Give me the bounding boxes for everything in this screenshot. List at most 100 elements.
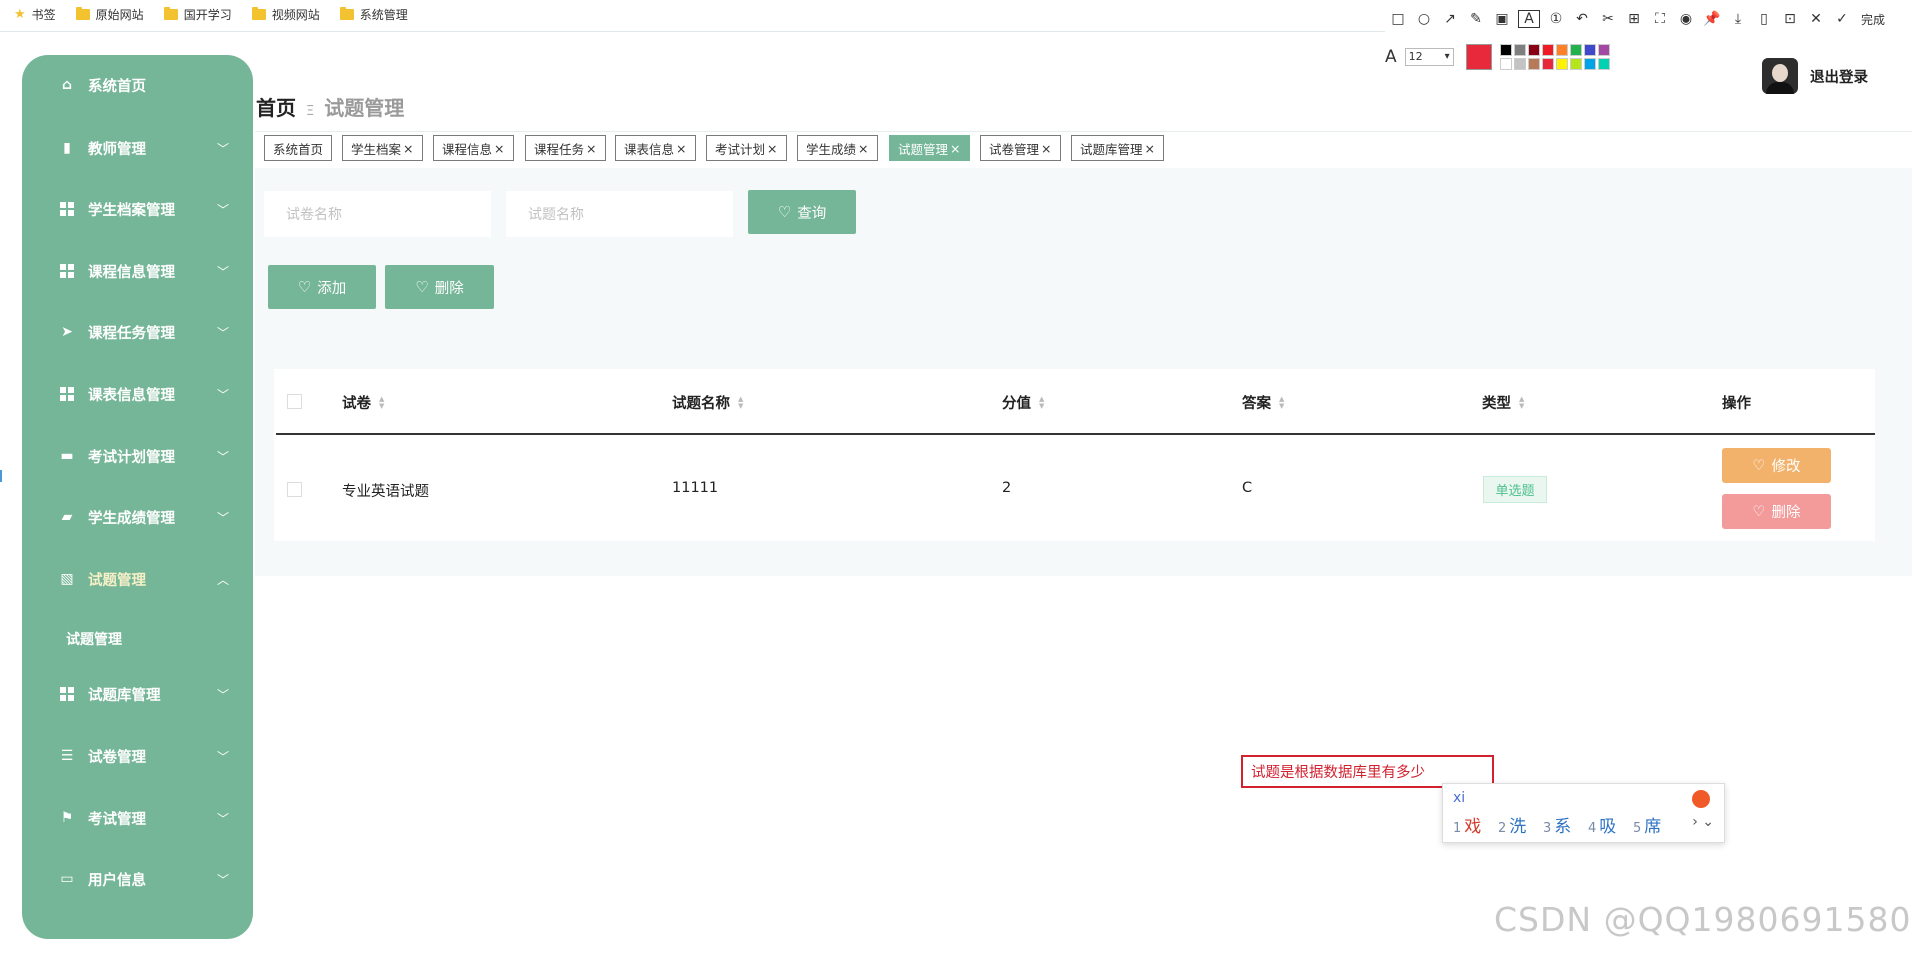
ocr-icon[interactable]: ⊞ xyxy=(1621,11,1647,27)
column-header-paper[interactable]: 试卷 ▲ ▼ xyxy=(342,392,384,413)
color-swatch[interactable] xyxy=(1499,44,1512,56)
column-header-name[interactable]: 试题名称 ▲ ▼ xyxy=(672,392,743,413)
color-swatch[interactable] xyxy=(1555,44,1568,56)
check-icon[interactable]: ✓ xyxy=(1829,11,1855,27)
delete-button[interactable]: ♡ 删除 xyxy=(1722,494,1831,529)
sidebar-item[interactable]: 试题库管理 ﹀ xyxy=(22,676,253,712)
chevron-right-icon[interactable]: › ⌄ xyxy=(1692,814,1714,830)
mosaic-icon[interactable]: ▣ xyxy=(1489,11,1515,27)
tab[interactable]: 课表信息 × xyxy=(615,135,696,161)
avatar[interactable] xyxy=(1762,58,1798,94)
sort-icon[interactable]: ▲ ▼ xyxy=(1519,395,1524,410)
color-swatch[interactable] xyxy=(1541,58,1554,70)
color-swatch[interactable] xyxy=(1527,58,1540,70)
tab[interactable]: 试题库管理 × xyxy=(1071,135,1164,161)
sidebar-item[interactable]: ☰ 试卷管理 ﹀ xyxy=(22,738,253,774)
close-icon[interactable]: × xyxy=(858,141,868,156)
tab[interactable]: 课程信息 × xyxy=(433,135,514,161)
ime-candidate[interactable]: 1戏 xyxy=(1453,812,1481,837)
number-icon[interactable]: ① xyxy=(1543,11,1569,27)
ime-candidate[interactable]: 3系 xyxy=(1543,812,1571,837)
sidebar-item[interactable]: ▭ 用户信息 ﹀ xyxy=(22,861,253,897)
tab[interactable]: 课程任务 × xyxy=(525,135,606,161)
cut-icon[interactable]: ✂ xyxy=(1595,11,1621,27)
select-all-checkbox[interactable] xyxy=(287,394,302,409)
close-icon[interactable]: × xyxy=(1041,141,1051,156)
tab[interactable]: 考试计划 × xyxy=(706,135,787,161)
pen-icon[interactable]: ✎ xyxy=(1463,11,1489,27)
bookmark-item[interactable]: ★ 书签 xyxy=(14,6,56,23)
tab[interactable]: 学生成绩 × xyxy=(797,135,878,161)
close-icon[interactable]: × xyxy=(767,141,777,156)
tab[interactable]: 试题管理 × xyxy=(889,135,970,161)
column-header-type[interactable]: 类型 ▲ ▼ xyxy=(1482,392,1524,413)
column-header-score[interactable]: 分值 ▲ ▼ xyxy=(1002,392,1044,413)
color-swatch[interactable] xyxy=(1541,44,1554,56)
ime-candidate[interactable]: 2洗 xyxy=(1498,812,1526,837)
ime-candidate[interactable]: 4吸 xyxy=(1588,812,1616,837)
paper-name-input[interactable]: 试卷名称 xyxy=(264,191,491,237)
bookmark-item[interactable]: 原始网站 xyxy=(75,6,144,23)
color-swatch[interactable] xyxy=(1527,44,1540,56)
color-swatch[interactable] xyxy=(1499,58,1512,70)
font-size-select[interactable]: 12 xyxy=(1404,48,1454,66)
sidebar-item[interactable]: ▬ 考试计划管理 ﹀ xyxy=(22,438,253,474)
add-button[interactable]: ♡ 添加 xyxy=(268,265,376,309)
sidebar-item[interactable]: 课程信息管理 ﹀ xyxy=(22,253,253,289)
close-icon[interactable]: × xyxy=(494,141,504,156)
ime-candidate[interactable]: 5席 xyxy=(1633,812,1661,837)
color-swatch[interactable] xyxy=(1597,58,1610,70)
phone-icon[interactable]: ▯ xyxy=(1751,11,1777,27)
sidebar-item[interactable]: 学生档案管理 ﹀ xyxy=(22,191,253,227)
sidebar-subitem[interactable]: 试题管理 xyxy=(66,629,122,649)
color-swatch[interactable] xyxy=(1513,44,1526,56)
undo-icon[interactable]: ↶ xyxy=(1569,11,1595,27)
color-swatch[interactable] xyxy=(1555,58,1568,70)
bookmark-item[interactable]: 系统管理 xyxy=(339,6,408,23)
query-button[interactable]: ♡ 查询 xyxy=(748,190,856,234)
pin-icon[interactable]: 📌 xyxy=(1699,11,1725,27)
sort-icon[interactable]: ▲ ▼ xyxy=(1039,395,1044,410)
sidebar-item[interactable]: ▮ 教师管理 ﹀ xyxy=(22,130,253,166)
color-swatch[interactable] xyxy=(1513,58,1526,70)
logout-button[interactable]: 退出登录 xyxy=(1810,66,1868,87)
sort-icon[interactable]: ▲ ▼ xyxy=(1279,395,1284,410)
column-header-answer[interactable]: 答案 ▲ ▼ xyxy=(1242,392,1284,413)
download-icon[interactable]: ⤓ xyxy=(1725,11,1751,27)
done-button[interactable]: 完成 xyxy=(1861,11,1885,28)
row-checkbox[interactable] xyxy=(287,482,302,497)
sidebar-item[interactable]: ▧ 试题管理 ︿ xyxy=(22,561,253,597)
circle-icon[interactable]: ○ xyxy=(1411,11,1437,27)
breadcrumb-home[interactable]: 首页 xyxy=(256,96,296,120)
close-icon[interactable]: × xyxy=(950,141,960,156)
sort-icon[interactable]: ▲ ▼ xyxy=(738,395,743,410)
color-swatch[interactable] xyxy=(1569,44,1582,56)
close-icon[interactable]: × xyxy=(586,141,596,156)
color-swatch[interactable] xyxy=(1583,44,1596,56)
sidebar-item[interactable]: ⌂ 系统首页 xyxy=(22,67,253,103)
sidebar-item[interactable]: ⚑ 考试管理 ﹀ xyxy=(22,800,253,836)
bookmark-item[interactable]: 视频网站 xyxy=(251,6,320,23)
close-icon[interactable]: × xyxy=(1145,141,1155,156)
batch-delete-button[interactable]: ♡ 删除 xyxy=(385,265,494,309)
close-icon[interactable]: × xyxy=(403,141,413,156)
bookmark-item[interactable]: 国开学习 xyxy=(163,6,232,23)
sidebar-item[interactable]: ▰ 学生成绩管理 ﹀ xyxy=(22,499,253,535)
arrow-icon[interactable]: ↗ xyxy=(1437,11,1463,27)
edit-button[interactable]: ♡ 修改 xyxy=(1722,448,1831,483)
text-icon[interactable]: A xyxy=(1518,10,1540,28)
sort-icon[interactable]: ▲ ▼ xyxy=(379,395,384,410)
close-icon[interactable]: × xyxy=(676,141,686,156)
question-name-input[interactable]: 试题名称 xyxy=(506,191,733,237)
tab[interactable]: 试卷管理 × xyxy=(980,135,1061,161)
color-swatch[interactable] xyxy=(1569,58,1582,70)
tab[interactable]: 学生档案 × xyxy=(342,135,423,161)
bookmark-icon[interactable]: ⊡ xyxy=(1777,11,1803,27)
color-swatch[interactable] xyxy=(1583,58,1596,70)
rectangle-icon[interactable]: □ xyxy=(1385,11,1411,27)
sidebar-item[interactable]: 课表信息管理 ﹀ xyxy=(22,376,253,412)
color-swatch[interactable] xyxy=(1597,44,1610,56)
close-icon[interactable]: ✕ xyxy=(1803,11,1829,27)
tab[interactable]: 系统首页 xyxy=(264,135,333,161)
sidebar-item[interactable]: ➤ 课程任务管理 ﹀ xyxy=(22,314,253,350)
